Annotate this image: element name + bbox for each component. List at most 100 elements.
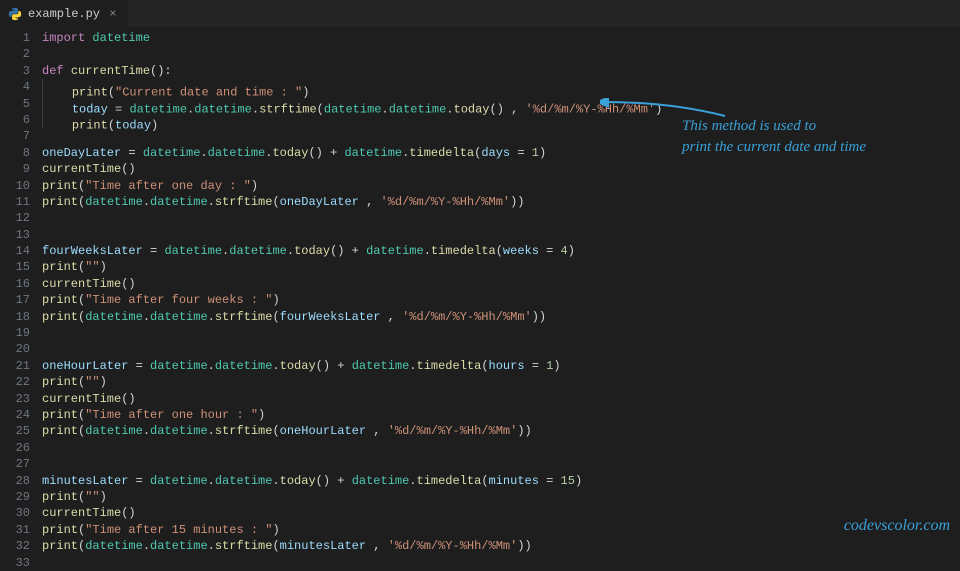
datetime-ref: datetime (194, 102, 252, 116)
line-number: 33 (0, 555, 30, 571)
print-call: print (42, 260, 78, 274)
line-number: 32 (0, 538, 30, 554)
variable-onedaylater: oneDayLater (42, 146, 121, 160)
currenttime-call: currentTime (42, 162, 121, 176)
line-number: 1 (0, 30, 30, 46)
line-number: 15 (0, 259, 30, 275)
strftime-call: strftime (215, 539, 273, 553)
line-number: 17 (0, 292, 30, 308)
datetime-ref: datetime (352, 359, 410, 373)
line-number: 28 (0, 473, 30, 489)
string-literal: "" (85, 490, 99, 504)
today-call: today (454, 102, 490, 116)
strftime-call: strftime (259, 102, 317, 116)
strftime-call: strftime (215, 195, 273, 209)
variable-fourweekslater: fourWeeksLater (280, 310, 381, 324)
datetime-ref: datetime (215, 474, 273, 488)
param-minutes: minutes (489, 474, 539, 488)
string-literal: "Time after one hour : " (85, 408, 258, 422)
line-number: 26 (0, 440, 30, 456)
datetime-ref: datetime (366, 244, 424, 258)
number-literal: 15 (561, 474, 575, 488)
currenttime-call: currentTime (42, 506, 121, 520)
print-call: print (42, 179, 78, 193)
line-number: 25 (0, 423, 30, 439)
datetime-ref: datetime (352, 474, 410, 488)
datetime-ref: datetime (344, 146, 402, 160)
line-number: 2 (0, 46, 30, 62)
variable-onehourlater: oneHourLater (42, 359, 128, 373)
line-number: 8 (0, 145, 30, 161)
string-literal: "Time after 15 minutes : " (85, 523, 272, 537)
line-number: 18 (0, 309, 30, 325)
strftime-call: strftime (215, 424, 273, 438)
line-number: 19 (0, 325, 30, 341)
variable-onehourlater: oneHourLater (280, 424, 366, 438)
datetime-ref: datetime (150, 359, 208, 373)
param-hours: hours (489, 359, 525, 373)
format-string: '%d/%m/%Y-%Hh/%Mm' (388, 424, 518, 438)
variable-minuteslater: minutesLater (280, 539, 366, 553)
line-number: 5 (0, 96, 30, 112)
datetime-ref: datetime (150, 539, 208, 553)
annotation-text: This method is used to print the current… (682, 116, 960, 158)
timedelta-call: timedelta (417, 474, 482, 488)
python-file-icon (8, 7, 22, 21)
timedelta-call: timedelta (417, 359, 482, 373)
datetime-ref: datetime (208, 146, 266, 160)
variable-onedaylater: oneDayLater (280, 195, 359, 209)
datetime-ref: datetime (85, 195, 143, 209)
line-number: 16 (0, 276, 30, 292)
watermark: codevscolor.com (844, 517, 950, 535)
line-number: 14 (0, 243, 30, 259)
line-number: 9 (0, 161, 30, 177)
tab-example-py[interactable]: example.py × (0, 0, 129, 27)
datetime-ref: datetime (215, 359, 273, 373)
datetime-ref: datetime (164, 244, 222, 258)
keyword-def: def (42, 64, 64, 78)
print-call: print (72, 118, 108, 132)
print-call: print (42, 523, 78, 537)
line-number: 7 (0, 128, 30, 144)
param-days: days (481, 146, 510, 160)
line-number-gutter: 1234567891011121314151617181920212223242… (0, 28, 42, 539)
keyword-import: import (42, 31, 85, 45)
string-literal: "Time after one day : " (85, 179, 251, 193)
number-literal: 4 (561, 244, 568, 258)
print-call: print (42, 195, 78, 209)
datetime-ref: datetime (150, 310, 208, 324)
print-call: print (42, 539, 78, 553)
datetime-ref: datetime (143, 146, 201, 160)
today-call: today (280, 359, 316, 373)
strftime-call: strftime (215, 310, 273, 324)
string-literal: "" (85, 260, 99, 274)
print-call: print (42, 310, 78, 324)
close-icon[interactable]: × (106, 7, 120, 21)
today-call: today (280, 474, 316, 488)
print-call: print (42, 424, 78, 438)
number-literal: 1 (532, 146, 539, 160)
code-area[interactable]: import datetime def currentTime(): print… (42, 28, 960, 539)
function-name: currentTime (71, 64, 150, 78)
line-number: 21 (0, 358, 30, 374)
today-call: today (272, 146, 308, 160)
timedelta-call: timedelta (409, 146, 474, 160)
currenttime-call: currentTime (42, 392, 121, 406)
line-number: 24 (0, 407, 30, 423)
timedelta-call: timedelta (431, 244, 496, 258)
line-number: 29 (0, 489, 30, 505)
line-number: 13 (0, 227, 30, 243)
param-weeks: weeks (503, 244, 539, 258)
number-literal: 1 (546, 359, 553, 373)
datetime-ref: datetime (85, 424, 143, 438)
line-number: 27 (0, 456, 30, 472)
tab-label: example.py (28, 7, 100, 21)
line-number: 11 (0, 194, 30, 210)
datetime-ref: datetime (150, 195, 208, 209)
line-number: 22 (0, 374, 30, 390)
print-call: print (42, 490, 78, 504)
line-number: 3 (0, 63, 30, 79)
datetime-ref: datetime (150, 424, 208, 438)
variable-fourweekslater: fourWeeksLater (42, 244, 143, 258)
string-literal: "Time after four weeks : " (85, 293, 272, 307)
